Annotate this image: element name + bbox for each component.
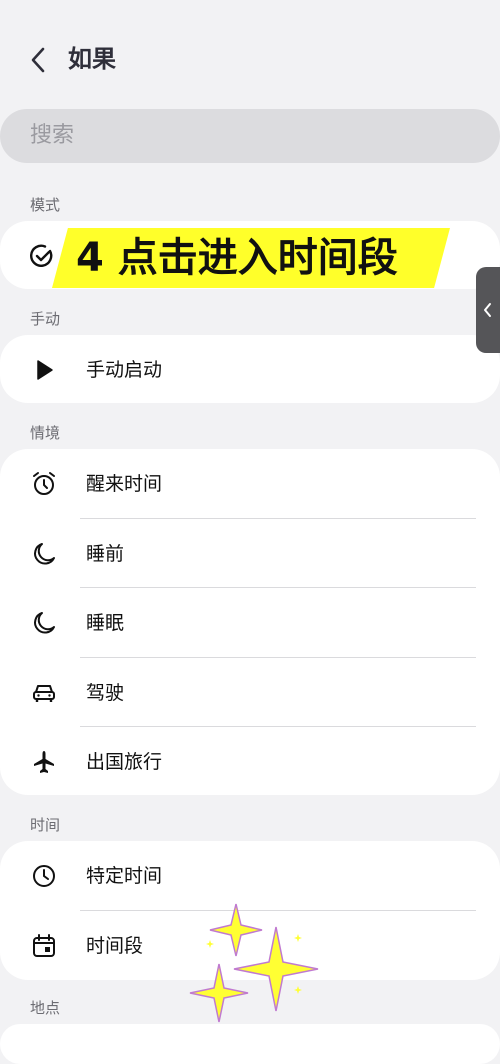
list-item-sleep[interactable]: 睡眠 <box>0 588 500 658</box>
manual-card: 手动启动 <box>0 335 500 403</box>
list-item-before-sleep[interactable]: 睡前 <box>0 519 500 588</box>
list-item-label: 出国旅行 <box>86 751 163 773</box>
car-icon <box>33 684 55 702</box>
play-icon <box>37 360 53 380</box>
sparkle-icon <box>189 963 249 1023</box>
list-item-label: 睡眠 <box>86 612 125 634</box>
sparkle-dot-icon <box>294 934 302 942</box>
list-item-label: 时间段 <box>86 934 144 957</box>
location-card <box>0 1024 500 1064</box>
instruction-text: 4 点击进入时间段 <box>76 235 398 281</box>
list-item-label: 手动启动 <box>86 359 163 381</box>
list-item-label: 醒来时间 <box>86 473 163 495</box>
section-label-location: 地点 <box>30 999 61 1017</box>
search-placeholder: 搜索 <box>30 123 75 148</box>
mode-check-icon <box>30 244 53 267</box>
top-bar: 如果 <box>0 30 500 90</box>
context-card: 醒来时间 睡前 睡眠 驾驶 出国旅行 <box>0 449 500 795</box>
instruction-highlight: 4 点击进入时间段 <box>52 228 450 288</box>
page-title: 如果 <box>68 45 116 73</box>
section-label-manual: 手动 <box>30 310 61 328</box>
section-label-time: 时间 <box>30 816 61 834</box>
sparkle-dot-icon <box>206 940 214 948</box>
calendar-icon <box>33 933 55 957</box>
list-item-label: 驾驶 <box>86 681 125 704</box>
chevron-left-icon[interactable] <box>22 42 56 78</box>
clock-icon <box>33 865 55 887</box>
list-item-label: 特定时间 <box>86 865 163 887</box>
moon-icon <box>34 612 55 634</box>
sparkle-dot-icon <box>294 986 302 994</box>
edge-panel-handle[interactable] <box>476 267 500 353</box>
section-label-mode: 模式 <box>30 196 61 214</box>
list-item-manual-start[interactable]: 手动启动 <box>0 335 500 403</box>
section-label-context: 情境 <box>30 424 61 442</box>
list-item-travel-abroad[interactable]: 出国旅行 <box>0 727 500 795</box>
search-input[interactable]: 搜索 <box>0 109 500 163</box>
alarm-clock-icon <box>33 472 55 495</box>
list-item-label: 睡前 <box>86 542 125 565</box>
chevron-left-icon <box>484 303 491 317</box>
list-item-driving[interactable]: 驾驶 <box>0 658 500 727</box>
list-item-specific-time[interactable]: 特定时间 <box>0 841 500 911</box>
moon-icon <box>34 542 55 565</box>
airplane-icon <box>34 751 54 773</box>
list-item-wake-up[interactable]: 醒来时间 <box>0 449 500 519</box>
